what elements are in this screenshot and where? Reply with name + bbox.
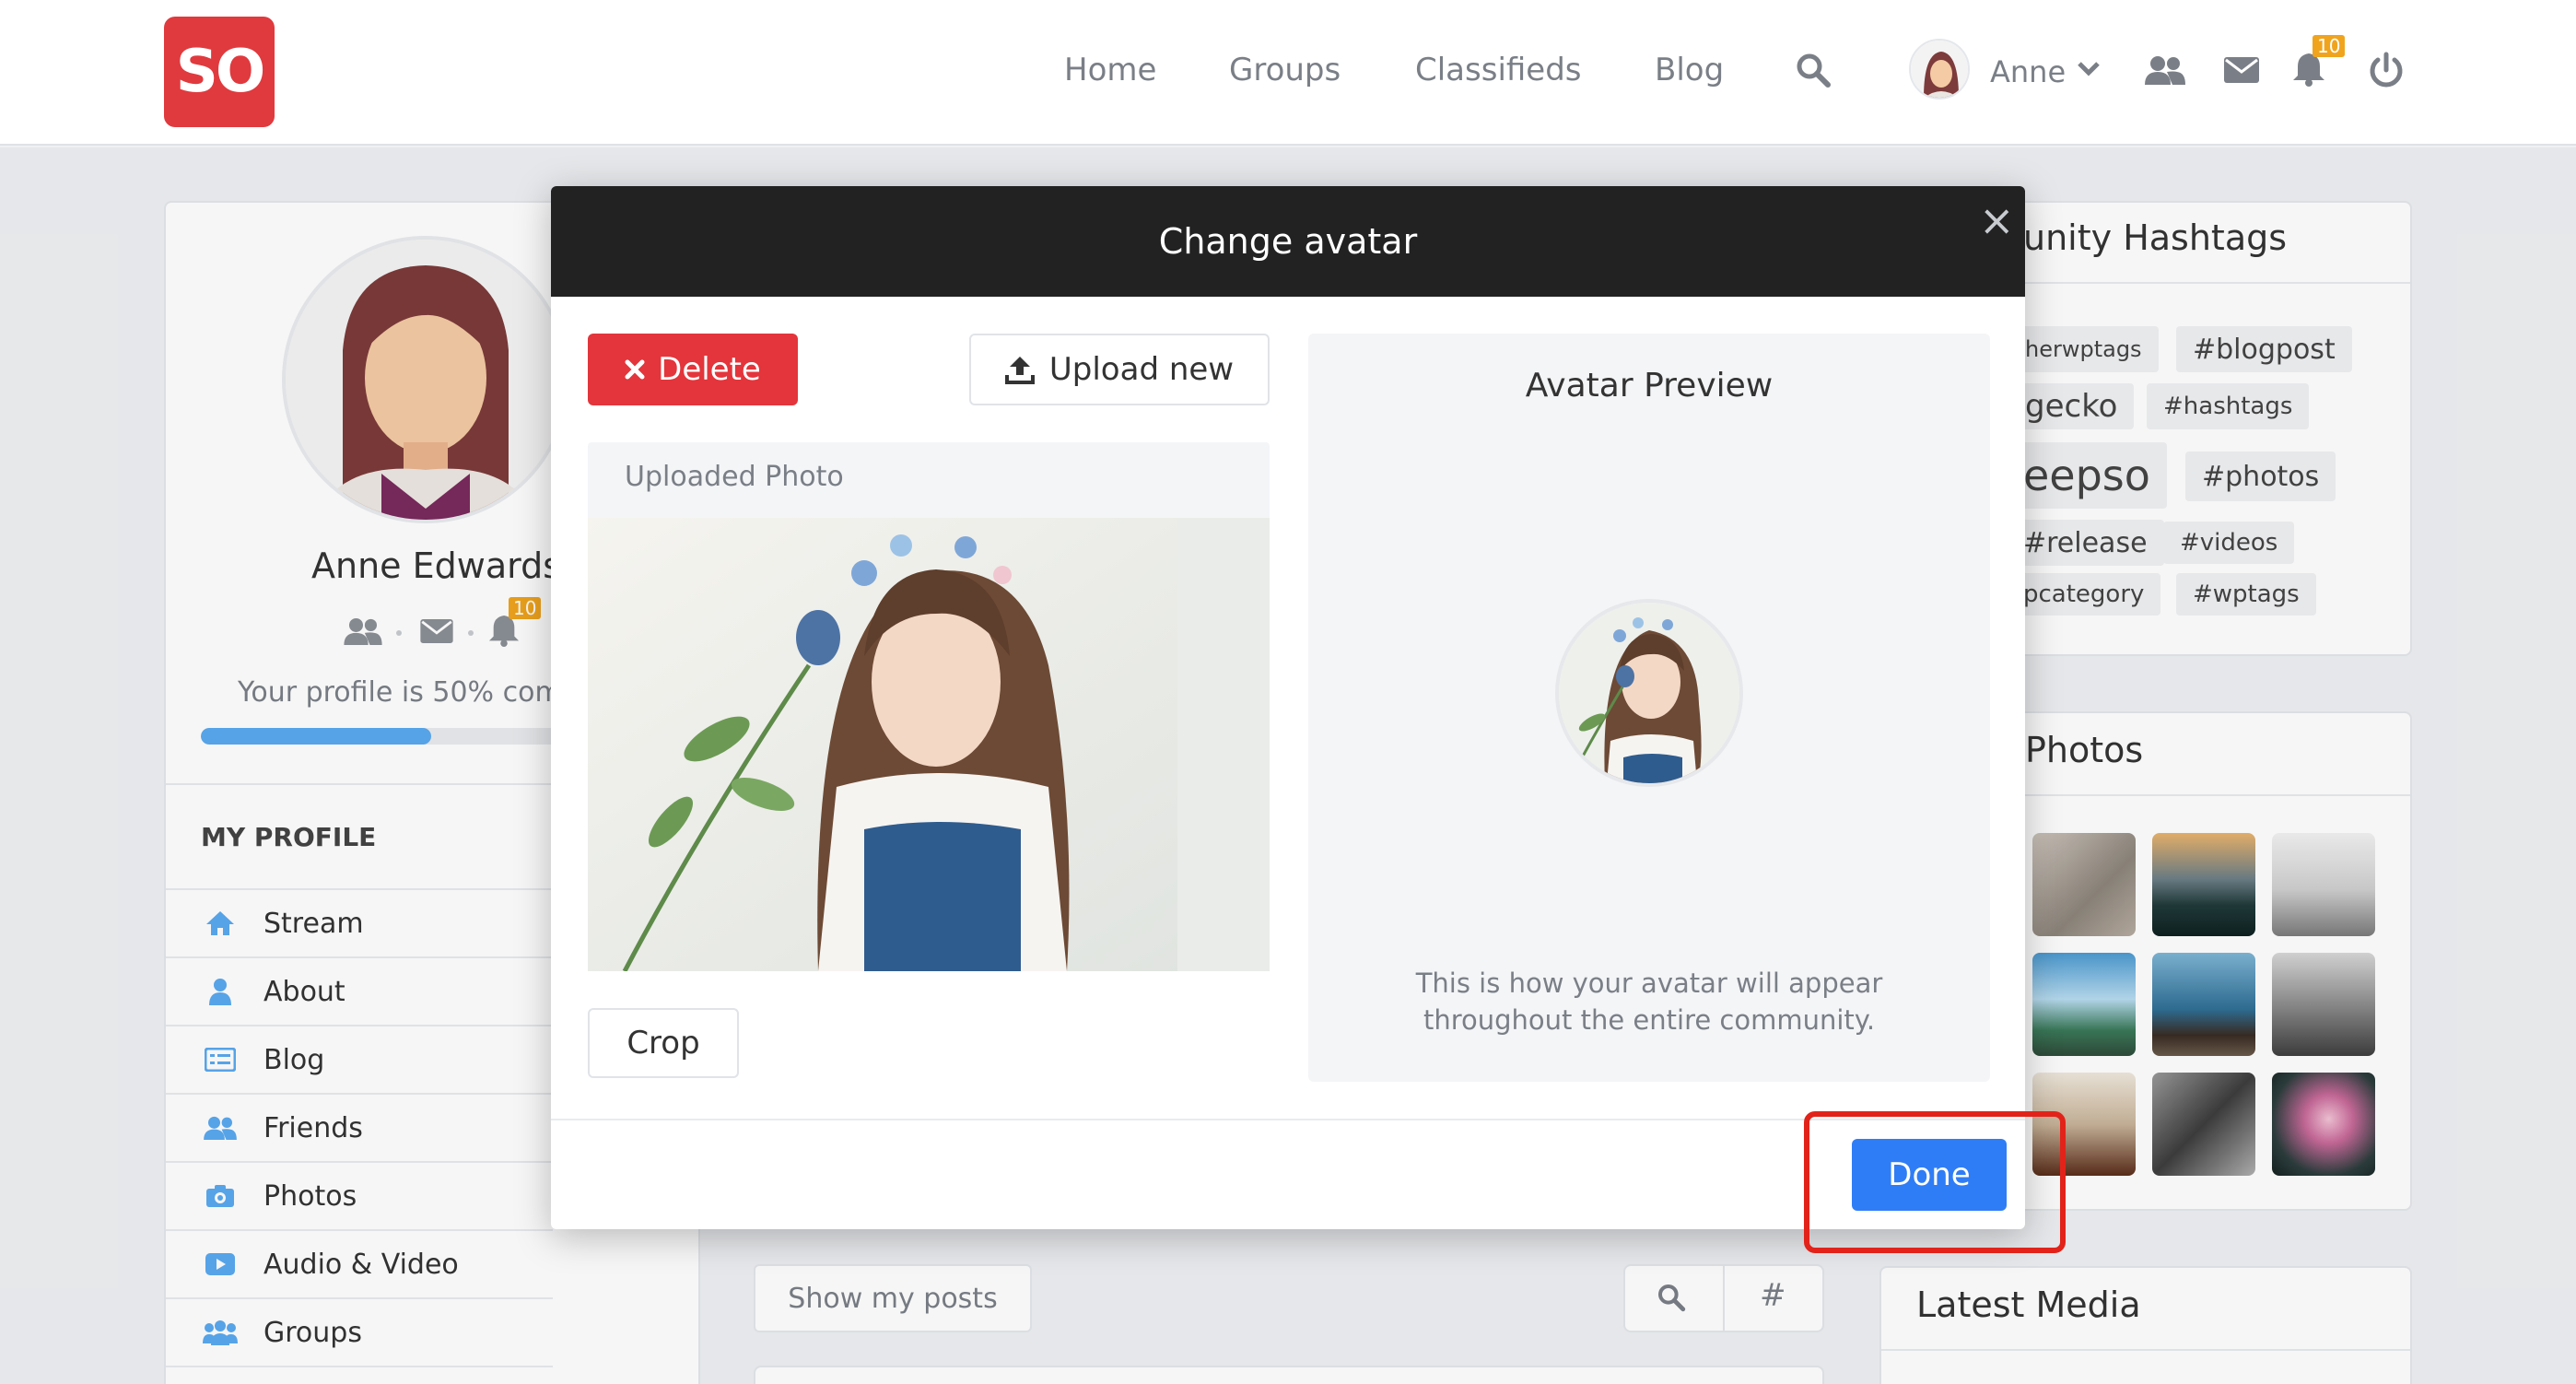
- modal-title: Change avatar: [1158, 221, 1418, 262]
- upload-label: Upload new: [1048, 351, 1235, 388]
- done-highlight-box: [1804, 1111, 2066, 1253]
- search-icon[interactable]: [1795, 52, 1832, 88]
- avatar-preview-note-2: throughout the entire community.: [1423, 1004, 1876, 1036]
- avatar-preview-note-1: This is how your avatar will appear: [1415, 968, 1883, 999]
- avatar-preview-title: Avatar Preview: [1525, 367, 1774, 405]
- nav-home[interactable]: Home: [1064, 48, 1156, 92]
- change-avatar-modal: Change avatar × Delete Upload new Upload…: [551, 186, 2025, 1229]
- close-icon[interactable]: ×: [1979, 197, 2015, 243]
- power-icon[interactable]: [2368, 52, 2405, 88]
- avatar-preview-image: [1555, 599, 1743, 787]
- close-x-icon: [625, 359, 645, 380]
- upload-icon: [1004, 355, 1035, 384]
- header-user-name[interactable]: Anne: [1990, 50, 2066, 94]
- mail-icon[interactable]: [2224, 57, 2259, 83]
- nav-classifieds[interactable]: Classifieds: [1415, 48, 1582, 92]
- delete-label: Delete: [658, 351, 761, 388]
- modal-header: Change avatar: [551, 186, 2025, 297]
- uploaded-photo-label: Uploaded Photo: [625, 461, 844, 493]
- nav-groups[interactable]: Groups: [1229, 48, 1341, 92]
- friends-icon[interactable]: [2145, 55, 2185, 85]
- header-notification-badge: 10: [2313, 35, 2346, 57]
- upload-new-button[interactable]: Upload new: [969, 334, 1270, 405]
- chevron-down-icon[interactable]: [2077, 61, 2101, 77]
- site-logo[interactable]: SO: [164, 17, 275, 127]
- uploaded-photo-image[interactable]: [588, 518, 1270, 971]
- header-avatar[interactable]: [1909, 39, 1970, 100]
- nav-blog[interactable]: Blog: [1655, 48, 1724, 92]
- crop-button[interactable]: Crop: [588, 1008, 739, 1078]
- delete-button[interactable]: Delete: [588, 334, 798, 405]
